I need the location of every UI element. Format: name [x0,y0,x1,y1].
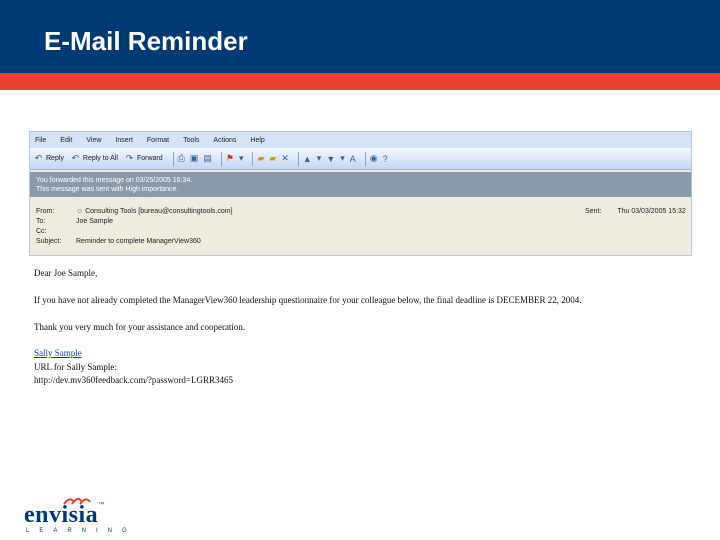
cc-label: Cc: [36,228,47,235]
info-bar: You forwarded this message on 03/25/2005… [30,172,691,197]
url-label: URL for Sally Sample: [34,362,117,372]
menu-bar: File Edit View Insert Format Tools Actio… [30,132,691,148]
reply-label: Reply [46,155,64,162]
follow-up-flag-icon[interactable]: ⚑ [226,153,234,164]
logo-swoosh-icon [63,498,91,505]
from-label: From: [36,208,55,215]
move-to-folder-icon[interactable]: ▰ [257,153,264,164]
from-value[interactable]: ☺ Consulting Tools [bureau@consultingtoo… [76,208,233,215]
envisia-logo: envisia™ LEARNING [24,498,127,534]
reply-button[interactable]: ↶ Reply [33,153,64,164]
flag-dropdown-icon[interactable]: ▾ [239,153,244,164]
survey-url[interactable]: http://dev.mv360feedback.com/?password=L… [34,375,233,385]
help-icon[interactable]: ? [383,154,388,164]
sent-info: Sent: Thu 03/03/2005 15:32 [585,208,686,215]
toolbar-separator [220,151,222,166]
menu-format[interactable]: Format [147,137,169,144]
menu-edit[interactable]: Edit [60,137,72,144]
delete-icon[interactable]: ✕ [281,153,289,164]
toolbar-separator [172,151,174,166]
subject-value: Reminder to complete ManagerView360 [76,238,201,245]
from-text: Consulting Tools [bureau@consultingtools… [85,208,233,215]
email-paragraph-deadline: If you have not already completed the Ma… [34,295,582,305]
find-icon[interactable]: ◉ [370,153,378,164]
menu-insert[interactable]: Insert [115,137,133,144]
logo-trademark: ™ [98,502,105,508]
to-label: To: [36,218,46,225]
categorize-icon[interactable]: ▰ [269,153,276,164]
forwarded-notice: You forwarded this message on 03/25/2005… [36,177,193,184]
toolbar: ↶ Reply ↶ Reply to All ↷ Forward ⎙ ▣ ▤ ⚑… [30,148,691,170]
print-icon[interactable]: ⎙ [178,153,185,164]
to-value[interactable]: Joe Sample [76,218,113,225]
message-headers: From: ☺ Consulting Tools [bureau@consult… [30,200,691,255]
sender-icon: ☺ [76,208,86,215]
reply-all-button[interactable]: ↶ Reply to All [70,153,118,164]
sent-label: Sent: [585,208,602,215]
header-stripe [0,73,720,90]
reply-all-label: Reply to All [82,155,118,162]
outlook-message-window: File Edit View Insert Format Tools Actio… [29,131,692,256]
previous-dropdown-icon[interactable]: ▾ [317,153,322,164]
email-paragraph-thanks: Thank you very much for your assistance … [34,322,246,332]
menu-tools[interactable]: Tools [183,137,199,144]
menu-file[interactable]: File [35,137,46,144]
save-icon[interactable]: ▣ [190,153,199,164]
forward-icon: ↷ [125,153,134,163]
sent-value: Thu 03/03/2005 15:32 [617,208,686,215]
previous-item-icon[interactable]: ▲ [303,154,312,164]
font-size-icon[interactable]: A [350,154,356,164]
reply-icon: ↶ [34,153,43,163]
reply-all-icon: ↶ [71,153,80,163]
toolbar-separator [364,151,366,166]
email-greeting: Dear Joe Sample, [34,268,98,278]
menu-view[interactable]: View [86,137,101,144]
header-banner: E-Mail Reminder [0,0,720,73]
menu-help[interactable]: Help [250,137,264,144]
subject-label: Subject: [36,238,62,245]
menu-actions[interactable]: Actions [213,137,236,144]
address-book-icon[interactable]: ▤ [203,153,212,164]
colleague-link[interactable]: Sally Sample [34,348,82,358]
next-item-icon[interactable]: ▼ [326,154,335,164]
logo-subtitle: LEARNING [26,528,137,534]
forward-label: Forward [136,155,163,162]
forward-button[interactable]: ↷ Forward [124,153,163,164]
importance-notice: This message was sent with High importan… [36,186,179,193]
page-title: E-Mail Reminder [44,26,248,56]
toolbar-separator [297,151,299,166]
toolbar-separator [252,151,254,166]
next-dropdown-icon[interactable]: ▾ [340,153,345,164]
